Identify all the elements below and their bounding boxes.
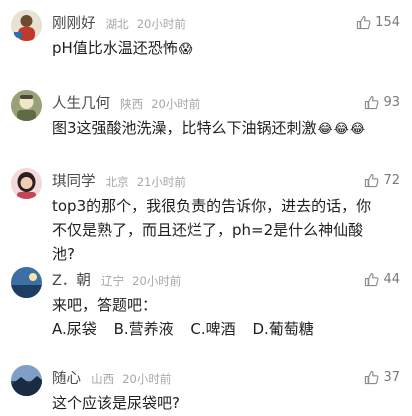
username[interactable]: Z．朝 [52, 273, 91, 289]
avatar-image [11, 90, 42, 121]
location: 辽宁 [101, 274, 125, 288]
timestamp: 20小时前 [136, 17, 186, 31]
timestamp: 20小时前 [122, 372, 172, 386]
comment-text: 来吧，答题吧： A.尿袋 B.营养液 C.啤酒 D.葡萄糖 [52, 293, 382, 341]
timestamp: 20小时前 [151, 97, 201, 111]
comment-text: pH值比水温还恐怖😱 [52, 36, 382, 62]
comment-text: 图3这强酸池洗澡，比特么下油锅还刺激😂😂😂 [52, 116, 382, 142]
avatar[interactable] [11, 10, 42, 41]
comment-item: 人生几何 陕西 20小时前 93 图3这强酸池洗澡，比特么下油锅还刺激😂😂😂 [0, 90, 412, 150]
avatar-image [11, 168, 42, 199]
scream-emoji: 😱 [178, 42, 193, 57]
comment-meta: Z．朝 辽宁 20小时前 [52, 269, 181, 289]
comment-meta: 随心 山西 20小时前 [52, 367, 171, 387]
username[interactable]: 刚刚好 [52, 16, 96, 32]
like-count: 37 [383, 369, 400, 385]
timestamp: 20小时前 [132, 274, 182, 288]
comment-meta: 琪同学 北京 21小时前 [52, 170, 186, 190]
like-button[interactable]: 154 [356, 12, 400, 32]
timestamp: 21小时前 [136, 175, 186, 189]
answer-choice: A.尿袋 [52, 320, 97, 338]
avatar-image [11, 267, 42, 298]
avatar[interactable] [11, 267, 42, 298]
answer-choices: A.尿袋 B.营养液 C.啤酒 D.葡萄糖 [52, 317, 382, 341]
avatar[interactable] [11, 90, 42, 121]
location: 北京 [105, 175, 129, 189]
username[interactable]: 琪同学 [52, 174, 96, 190]
comment-text-content: 图3这强酸池洗澡，比特么下油锅还刺激 [52, 119, 317, 137]
comment-item: Z．朝 辽宁 20小时前 44 来吧，答题吧： A.尿袋 B.营养液 C.啤酒 … [0, 267, 412, 347]
like-count: 44 [383, 271, 400, 287]
comment-meta: 刚刚好 湖北 20小时前 [52, 12, 186, 32]
answer-choice: B.营养液 [113, 320, 174, 338]
location: 湖北 [105, 17, 129, 31]
comment-item: 刚刚好 湖北 20小时前 154 pH值比水温还恐怖😱 [0, 10, 412, 70]
laughing-emoji: 😂 [317, 122, 333, 137]
comment-list: 刚刚好 湖北 20小时前 154 pH值比水温还恐怖😱 人生几何 陕西 20小时… [0, 0, 412, 416]
laughing-emoji: 😂 [333, 122, 349, 137]
answer-choice: D.葡萄糖 [252, 320, 314, 338]
thumbs-up-icon [365, 370, 379, 384]
comment-item: 随心 山西 20小时前 37 这个应该是尿袋吧? [0, 365, 412, 416]
thumbs-up-icon [365, 173, 379, 187]
comment-text-line: 来吧，答题吧： [52, 296, 158, 314]
username[interactable]: 人生几何 [52, 96, 110, 112]
thumbs-up-icon [365, 272, 379, 286]
thumbs-up-icon [357, 15, 371, 29]
like-count: 93 [383, 94, 400, 110]
comment-text-content: pH值比水温还恐怖 [52, 39, 178, 57]
answer-choice: C.啤酒 [190, 320, 236, 338]
comment-item: 琪同学 北京 21小时前 72 top3的那个，我很负责的告诉你，进去的话，你不… [0, 168, 412, 263]
laughing-emoji: 😂 [349, 122, 366, 137]
avatar-image [11, 365, 42, 396]
location: 陕西 [120, 97, 144, 111]
thumbs-up-icon [365, 95, 379, 109]
avatar-image [11, 10, 42, 41]
comment-text: 这个应该是尿袋吧? [52, 394, 180, 412]
avatar[interactable] [11, 365, 42, 396]
comment-text: top3的那个，我很负责的告诉你，进去的话，你不仅是熟了，而且还烂了，ph=2是… [52, 197, 372, 263]
like-count: 72 [383, 172, 400, 188]
like-button[interactable]: 72 [364, 170, 400, 190]
location: 山西 [91, 372, 115, 386]
comment-meta: 人生几何 陕西 20小时前 [52, 92, 200, 112]
like-count: 154 [375, 14, 400, 30]
like-button[interactable]: 44 [364, 269, 400, 289]
like-button[interactable]: 37 [364, 367, 400, 387]
avatar[interactable] [11, 168, 42, 199]
like-button[interactable]: 93 [364, 92, 400, 112]
username[interactable]: 随心 [52, 371, 81, 387]
